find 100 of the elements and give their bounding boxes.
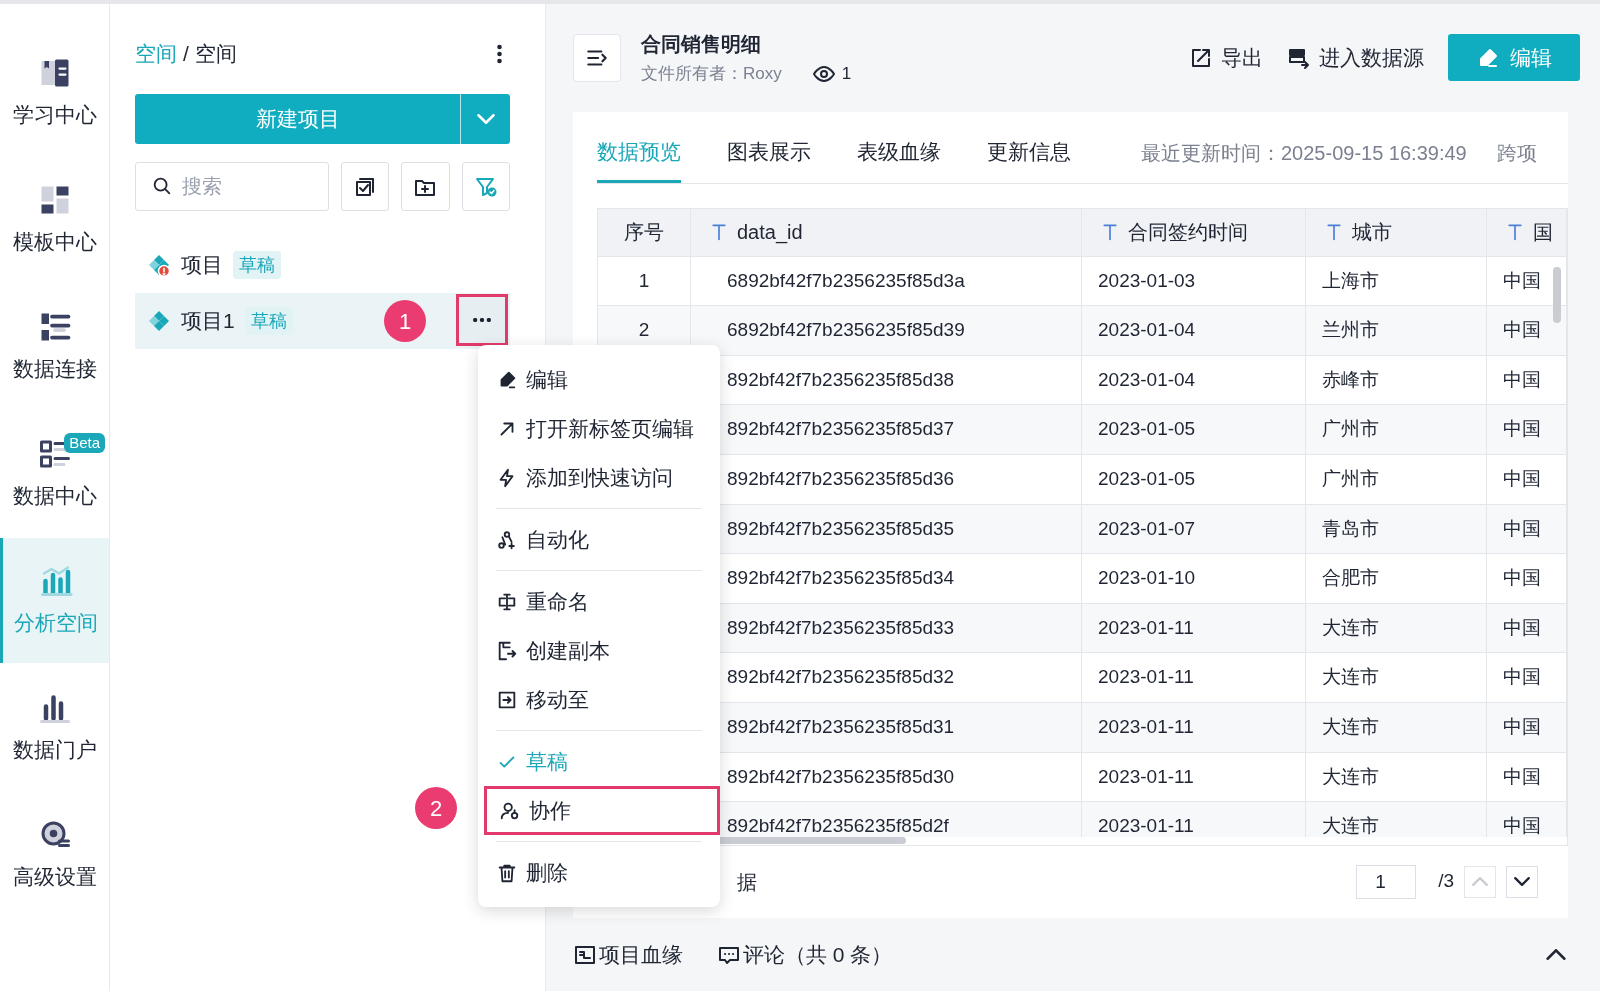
menu-item[interactable]: 协作 — [484, 786, 720, 835]
table-cell-text: 赤峰市 — [1322, 367, 1379, 392]
data-source-button[interactable]: 进入数据源 — [1287, 42, 1424, 74]
menu-item[interactable]: 编辑 — [496, 355, 702, 404]
search-icon — [151, 175, 173, 197]
table-cell-text: 2023-01-11 — [1098, 814, 1194, 837]
table-cell-text: 中国 — [1503, 268, 1541, 293]
table-cell-text: 大连市 — [1322, 615, 1379, 640]
menu-item[interactable]: 创建副本 — [496, 626, 702, 675]
table-cell-text: 大连市 — [1322, 665, 1379, 690]
dropdown-button[interactable] — [460, 94, 510, 144]
nav-item[interactable]: Beta 数据中心 — [0, 411, 109, 536]
table-cell-text: 中国 — [1503, 615, 1541, 640]
breadcrumb-separator: / — [183, 41, 189, 68]
view-count: 1 — [841, 63, 852, 86]
table-cell-text: 892bf42f7b2356235f85d31 — [727, 714, 955, 739]
sidebar-toggle-button[interactable] — [573, 33, 621, 82]
project-name: 项目1 — [181, 308, 235, 335]
column-header[interactable]: data_id — [691, 208, 1082, 256]
more-icon — [473, 318, 491, 322]
menu-item[interactable]: 打开新标签页编辑 — [496, 404, 702, 453]
table-cell-text: 2 — [638, 318, 650, 343]
menu-item[interactable]: 删除 — [496, 848, 702, 897]
table-cell-text: 2023-01-04 — [1098, 367, 1196, 392]
table-cell-text: 892bf42f7b2356235f85d30 — [727, 764, 955, 789]
new-folder-button[interactable] — [401, 162, 450, 211]
search-field[interactable]: 搜索 — [135, 162, 329, 211]
nav-item[interactable]: 数据门户 — [0, 665, 109, 790]
tab[interactable]: 跨项 — [1496, 126, 1537, 169]
table-cell-text: 2023-01-04 — [1098, 318, 1196, 343]
table-cell-text: 青岛市 — [1322, 516, 1379, 541]
table-cell-text: 中国 — [1503, 417, 1541, 442]
tab[interactable]: 表级血缘 — [857, 111, 941, 183]
scrollbar[interactable] — [1553, 266, 1561, 323]
export-button[interactable]: 导出 — [1189, 42, 1263, 74]
chevron-up-icon — [1472, 877, 1488, 887]
table-cell-text: 2023-01-11 — [1098, 764, 1194, 789]
report-title: 合同销售明细 — [641, 32, 762, 58]
menu-item[interactable]: 重命名 — [496, 577, 702, 626]
table-cell-text: 6892bf42f7b2356235f85d39 — [727, 318, 965, 343]
table-cell-text: 892bf42f7b2356235f85d33 — [727, 615, 955, 640]
table-cell-text: 兰州市 — [1322, 318, 1379, 343]
column-header[interactable]: 序号 — [598, 208, 691, 256]
table-cell-text: 中国 — [1503, 516, 1541, 541]
table-cell-text: 2023-01-05 — [1098, 417, 1196, 442]
table-cell-text: 大连市 — [1322, 764, 1379, 789]
more-button[interactable] — [456, 294, 508, 346]
lineage-button[interactable]: 项目血缘 — [573, 938, 683, 971]
tab[interactable]: 更新信息 — [987, 111, 1071, 183]
owner-text: 文件所有者：Roxy — [641, 63, 782, 86]
table-cell-text: 892bf42f7b2356235f85d32 — [727, 665, 955, 690]
table-cell-text: 中国 — [1503, 714, 1541, 739]
table-cell-text: 2023-01-11 — [1098, 615, 1194, 640]
chevron-down-icon — [1514, 877, 1530, 887]
table-cell-text: 2023-01-07 — [1098, 516, 1196, 541]
table-cell-text: 892bf42f7b2356235f85d35 — [727, 516, 955, 541]
table-cell-text: 2023-01-10 — [1098, 566, 1196, 591]
table-cell-text: 892bf42f7b2356235f85d38 — [727, 367, 955, 392]
page-field[interactable]: 1 — [1356, 864, 1417, 899]
table-cell-text: 中国 — [1503, 566, 1541, 591]
last-updated-text: 最近更新时间：2025-09-15 16:39:49 — [1141, 141, 1467, 167]
table-cell-text: 2023-01-11 — [1098, 665, 1194, 690]
nav-item[interactable]: 数据连接 — [0, 284, 109, 409]
table-cell-text: 上海市 — [1322, 268, 1379, 293]
menu-item[interactable]: 自动化 — [496, 515, 702, 564]
step-badge: 1 — [384, 300, 426, 342]
table-cell-text: 中国 — [1503, 814, 1541, 837]
table-cell-text: 广州市 — [1322, 417, 1379, 442]
column-header[interactable]: 国 — [1487, 208, 1567, 256]
table-cell-text: 中国 — [1503, 665, 1541, 690]
filter-button[interactable] — [461, 162, 510, 211]
menu-item[interactable]: 添加到快速访问 — [496, 453, 702, 502]
more-vertical-icon — [497, 44, 502, 64]
chevron-down-icon — [476, 114, 495, 124]
table-cell-text: 892bf42f7b2356235f85d37 — [727, 417, 955, 442]
table-cell-text: 6892bf42f7b2356235f85d3a — [727, 268, 965, 293]
page-total: /3 — [1438, 869, 1454, 894]
column-header[interactable]: 城市 — [1306, 208, 1487, 256]
table-cell-text: 大连市 — [1322, 714, 1379, 739]
table-cell-text: 中国 — [1503, 318, 1541, 343]
chevron-up-icon — [1546, 949, 1566, 961]
table-cell-text: 合肥市 — [1322, 566, 1379, 591]
next-page-button[interactable] — [1506, 865, 1538, 898]
draft-tag: 草稿 — [233, 251, 281, 279]
table-cell-text: 892bf42f7b2356235f85d34 — [727, 566, 955, 591]
step-badge: 2 — [415, 787, 457, 829]
project-item[interactable]: 项目 草稿 — [135, 237, 520, 293]
table-cell-text: 1 — [638, 268, 650, 293]
nav-item[interactable]: 模板中心 — [0, 157, 109, 282]
table-cell-text: 中国 — [1503, 764, 1541, 789]
project-item[interactable]: 项目1 草稿 1 — [135, 293, 510, 349]
select-all-button[interactable] — [340, 162, 390, 211]
menu-item[interactable]: 移动至 — [496, 675, 702, 724]
tab[interactable]: 图表展示 — [727, 111, 811, 183]
column-header[interactable]: 合同签约时间 — [1082, 208, 1306, 256]
nav-item[interactable]: 高级设置 — [0, 792, 109, 917]
comments-button[interactable]: 评论（共 0 条） — [717, 938, 893, 971]
table-cell-text: 大连市 — [1322, 814, 1379, 837]
beta-badge: Beta — [64, 433, 105, 453]
nav-item[interactable]: 学习中心 — [0, 30, 109, 155]
